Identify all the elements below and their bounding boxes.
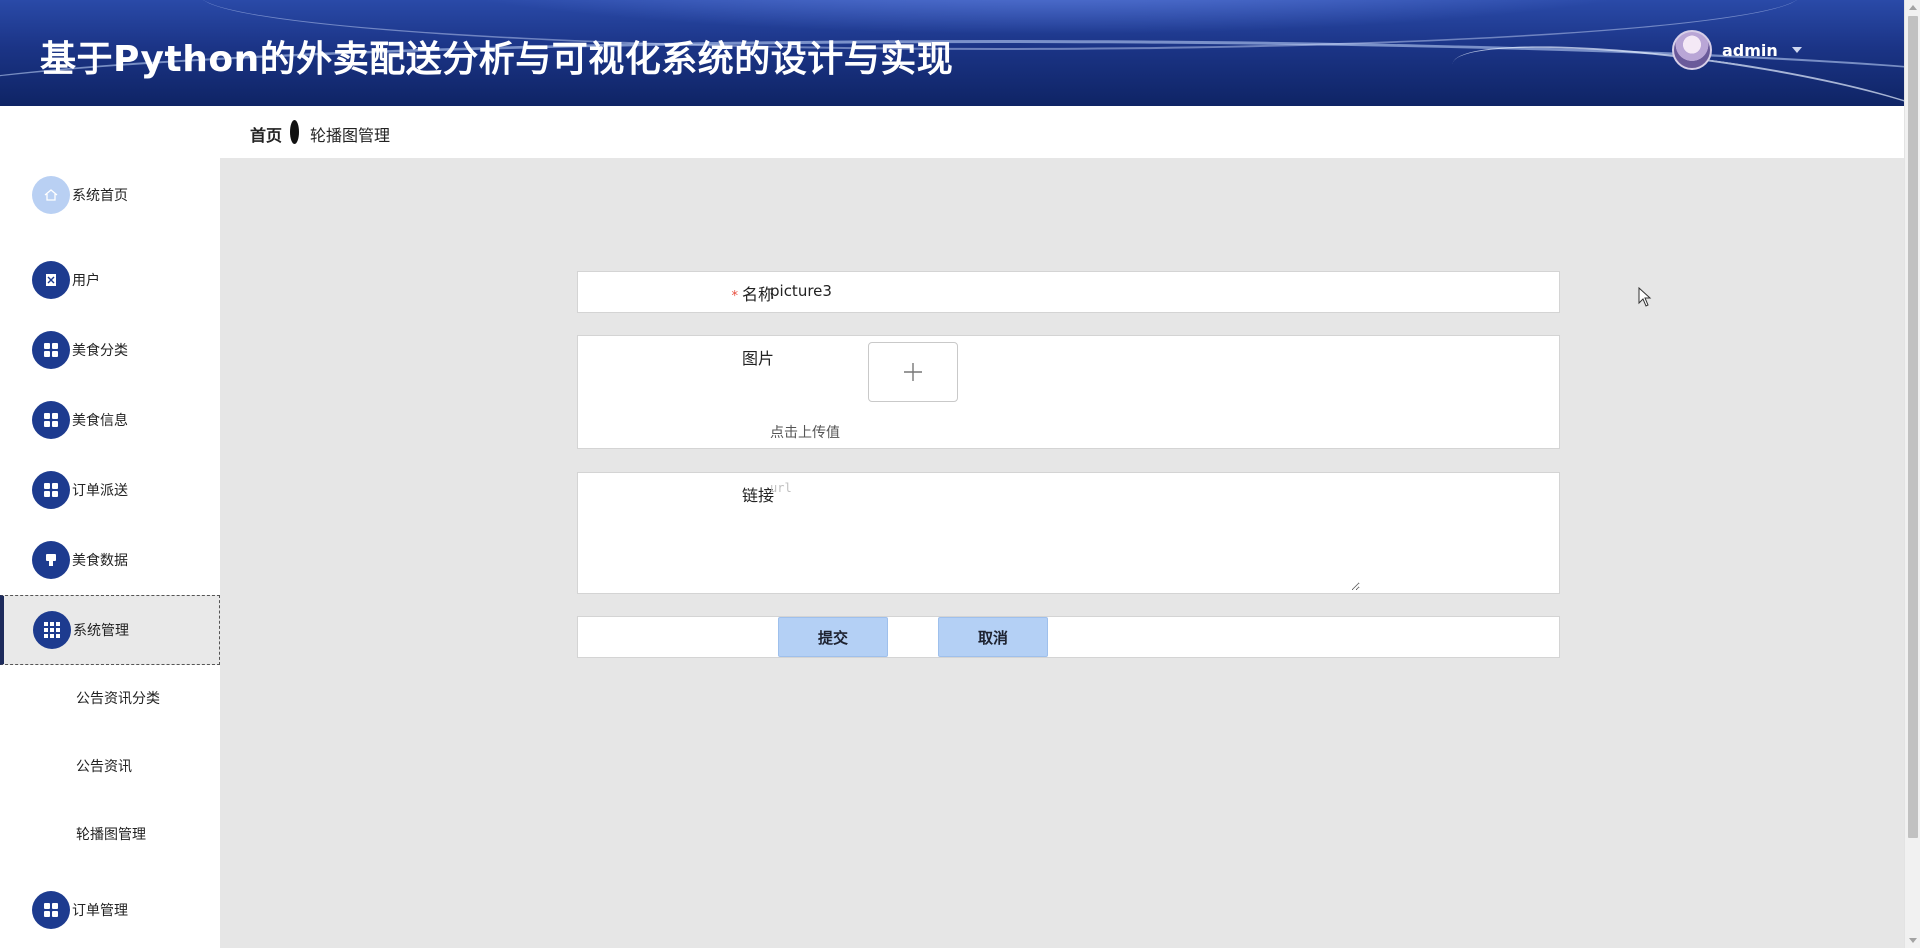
sidebar-menu: 系统首页 用户 美食分类 美食信息 订单派送 美食数据 系统管理 公告资讯分类 … <box>0 106 220 948</box>
user-icon <box>32 261 70 299</box>
sidebar-subitem-notice-category[interactable]: 公告资讯分类 <box>0 673 220 723</box>
user-menu[interactable]: admin <box>1672 30 1802 70</box>
upload-hint: 点击上传值 <box>770 425 840 441</box>
mouse-cursor-icon <box>1638 287 1652 307</box>
scrollbar-thumb[interactable] <box>1908 16 1918 838</box>
breadcrumb-home[interactable]: 首页 <box>250 122 282 146</box>
app-title: 基于Python的外卖配送分析与可视化系统的设计与实现 <box>40 39 954 80</box>
grid-icon <box>32 471 70 509</box>
image-label: 图片 <box>741 349 774 368</box>
sidebar-item-label: 订单管理 <box>72 903 128 919</box>
page-scrollbar[interactable] <box>1904 0 1920 948</box>
breadcrumb-current: 轮播图管理 <box>310 126 391 145</box>
app-header: 基于Python的外卖配送分析与可视化系统的设计与实现 admin <box>0 0 1904 106</box>
sidebar-item-order-delivery[interactable]: 订单派送 <box>0 455 220 525</box>
sidebar-item-system-management[interactable]: 系统管理 <box>0 595 220 665</box>
grid-icon <box>32 331 70 369</box>
sidebar-item-label: 美食分类 <box>72 343 128 359</box>
sidebar-item-label: 订单派送 <box>72 483 128 499</box>
stamp-icon <box>32 541 70 579</box>
breadcrumb: 首页 轮播图管理 <box>220 106 1904 158</box>
username[interactable]: admin <box>1722 41 1778 60</box>
scroll-up-icon[interactable] <box>1909 5 1917 10</box>
sidebar-item-label: 系统管理 <box>73 623 129 639</box>
cancel-button[interactable]: 取消 <box>938 617 1048 657</box>
submit-button[interactable]: 提交 <box>778 617 888 657</box>
name-label: * 名称 <box>731 285 774 304</box>
scroll-down-icon[interactable] <box>1909 938 1917 943</box>
sidebar-item-user[interactable]: 用户 <box>0 245 220 315</box>
image-upload-button[interactable] <box>868 342 958 402</box>
name-input[interactable]: picture3 <box>770 282 832 300</box>
sidebar-item-label: 用户 <box>72 273 100 289</box>
grid-icon <box>33 611 71 649</box>
sidebar-item-label: 美食数据 <box>72 553 128 569</box>
name-row: * 名称 picture3 <box>577 271 1560 313</box>
sidebar-item-order-management[interactable]: 订单管理 <box>0 875 220 945</box>
sidebar-item-food-data[interactable]: 美食数据 <box>0 525 220 595</box>
required-marker: * <box>731 289 738 304</box>
breadcrumb-separator <box>290 120 299 144</box>
action-row: 提交 取消 <box>577 616 1560 658</box>
sidebar-item-home[interactable]: 系统首页 <box>0 160 220 230</box>
sidebar-subitem-carousel[interactable]: 轮播图管理 <box>0 809 220 859</box>
image-row: 图片 点击上传值 <box>577 335 1560 449</box>
sidebar-subitem-notice[interactable]: 公告资讯 <box>0 741 220 791</box>
grid-icon <box>32 891 70 929</box>
sidebar-item-label: 美食信息 <box>72 413 128 429</box>
home-icon <box>32 176 70 214</box>
sidebar-item-food-category[interactable]: 美食分类 <box>0 315 220 385</box>
grid-icon <box>32 401 70 439</box>
link-label: 链接 <box>741 486 774 505</box>
sidebar-item-label: 系统首页 <box>72 188 128 204</box>
avatar[interactable] <box>1672 30 1712 70</box>
plus-icon <box>904 363 922 381</box>
link-textarea[interactable] <box>770 481 1360 591</box>
link-row: 链接 <box>577 472 1560 594</box>
sidebar-item-food-info[interactable]: 美食信息 <box>0 385 220 455</box>
caret-down-icon[interactable] <box>1791 47 1802 53</box>
